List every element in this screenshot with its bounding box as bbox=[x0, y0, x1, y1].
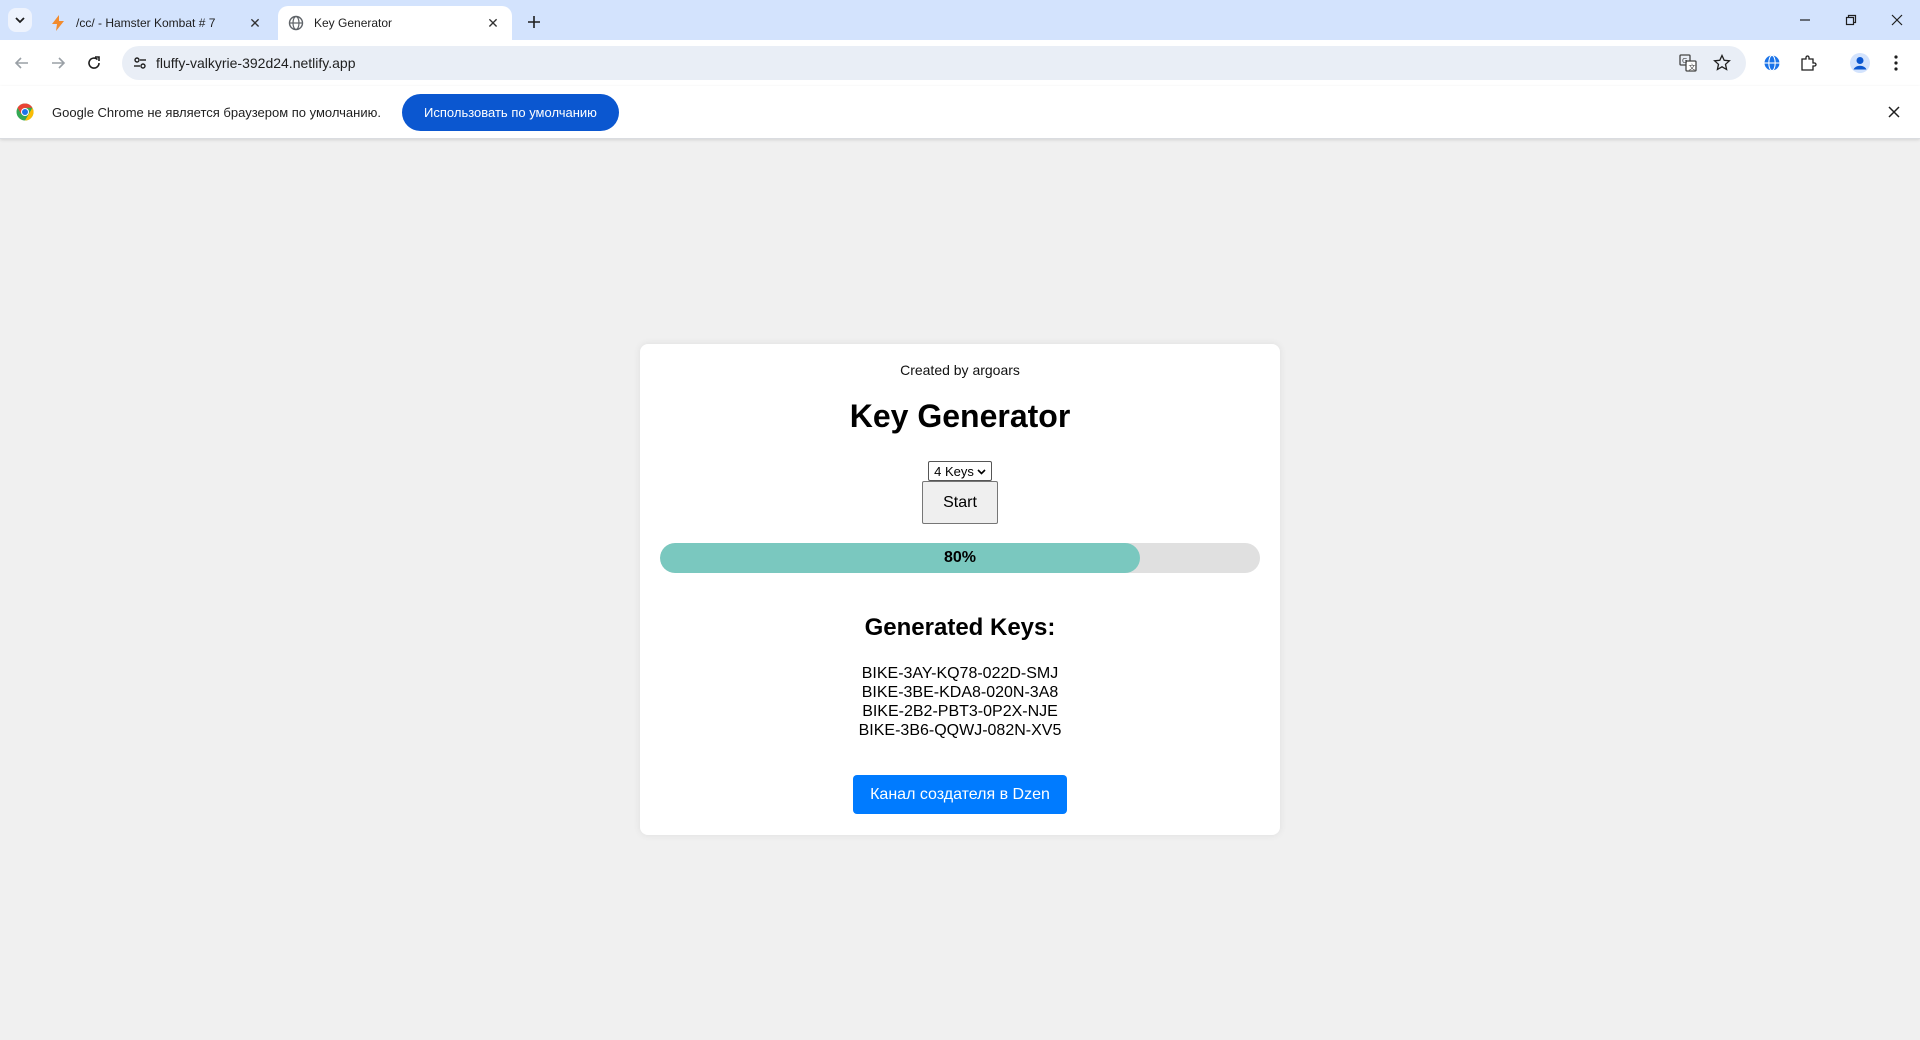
tab-title: /cc/ - Hamster Kombat # 7 bbox=[76, 16, 216, 30]
generated-key: BIKE-2B2-PBT3-0P2X-NJE bbox=[862, 703, 1058, 720]
browser-toolbar: fluffy-valkyrie-392d24.netlify.app G文 bbox=[0, 40, 1920, 86]
close-icon bbox=[1891, 14, 1903, 26]
default-browser-infobar: Google Chrome не является браузером по у… bbox=[0, 86, 1920, 139]
generated-keys-heading: Generated Keys: bbox=[864, 614, 1056, 641]
chevron-down-icon bbox=[15, 17, 25, 24]
bookmark-star-icon[interactable] bbox=[1710, 51, 1734, 75]
tab-hamster-kombat[interactable]: /cc/ - Hamster Kombat # 7 ✕ bbox=[40, 6, 274, 40]
reload-icon bbox=[88, 56, 100, 69]
set-default-browser-button[interactable]: Использовать по умолчанию bbox=[402, 94, 619, 131]
site-info-icon[interactable] bbox=[128, 51, 152, 75]
dzen-channel-button[interactable]: Канал создателя в Dzen bbox=[853, 775, 1067, 814]
progress-label: 80% bbox=[943, 549, 977, 566]
close-tab-icon[interactable]: ✕ bbox=[246, 14, 264, 32]
translate-icon[interactable]: G文 bbox=[1676, 51, 1700, 75]
generated-key: BIKE-3BE-KDA8-020N-3A8 bbox=[861, 684, 1059, 701]
back-button[interactable] bbox=[8, 49, 36, 77]
chevron-down-icon bbox=[977, 468, 986, 475]
key-count-select[interactable]: 4 Keys bbox=[928, 461, 992, 481]
profile-avatar-icon[interactable] bbox=[1846, 49, 1874, 77]
tab-title: Key Generator bbox=[314, 16, 393, 30]
url-text[interactable]: fluffy-valkyrie-392d24.netlify.app bbox=[156, 55, 355, 71]
arrow-right-icon bbox=[52, 57, 66, 69]
plus-icon bbox=[528, 16, 540, 28]
generated-key: BIKE-3AY-KQ78-022D-SMJ bbox=[861, 665, 1059, 682]
minimize-button[interactable] bbox=[1782, 0, 1828, 40]
reload-button[interactable] bbox=[80, 49, 108, 77]
forward-button[interactable] bbox=[44, 49, 72, 77]
vpn-extension-icon[interactable] bbox=[1758, 49, 1786, 77]
chrome-logo-icon bbox=[16, 103, 34, 121]
globe-icon bbox=[288, 15, 304, 31]
progress-bar: 80% bbox=[660, 543, 1260, 573]
infobar-message: Google Chrome не является браузером по у… bbox=[52, 105, 381, 120]
key-generator-card: Created by argoars Key Generator 4 Keys … bbox=[640, 344, 1280, 835]
new-tab-button[interactable] bbox=[520, 8, 548, 36]
tab-strip: /cc/ - Hamster Kombat # 7 ✕ Key Generato… bbox=[0, 0, 1920, 40]
extensions-puzzle-icon[interactable] bbox=[1794, 49, 1822, 77]
start-button[interactable]: Start bbox=[922, 481, 998, 524]
close-window-button[interactable] bbox=[1874, 0, 1920, 40]
page-title: Key Generator bbox=[849, 398, 1071, 434]
key-count-selected-value: 4 Keys bbox=[934, 463, 974, 479]
svg-text:G: G bbox=[1682, 57, 1687, 65]
close-icon bbox=[1888, 106, 1900, 118]
infobar-close-button[interactable] bbox=[1882, 100, 1906, 124]
restore-button[interactable] bbox=[1828, 0, 1874, 40]
tab-key-generator[interactable]: Key Generator ✕ bbox=[278, 6, 512, 40]
svg-text:文: 文 bbox=[1689, 63, 1696, 72]
minimize-icon bbox=[1800, 19, 1810, 21]
menu-kebab-icon[interactable] bbox=[1882, 49, 1910, 77]
generated-keys-list: BIKE-3AY-KQ78-022D-SMJ BIKE-3BE-KDA8-020… bbox=[640, 664, 1280, 740]
close-tab-icon[interactable]: ✕ bbox=[484, 14, 502, 32]
generated-key: BIKE-3B6-QQWJ-082N-XV5 bbox=[858, 722, 1062, 739]
arrow-left-icon bbox=[14, 57, 28, 69]
creator-credit: Created by argoars bbox=[900, 362, 1020, 378]
restore-icon bbox=[1845, 14, 1857, 26]
bolt-icon bbox=[50, 15, 66, 31]
address-bar[interactable]: fluffy-valkyrie-392d24.netlify.app G文 bbox=[122, 46, 1746, 80]
tab-search-button[interactable] bbox=[8, 8, 32, 32]
